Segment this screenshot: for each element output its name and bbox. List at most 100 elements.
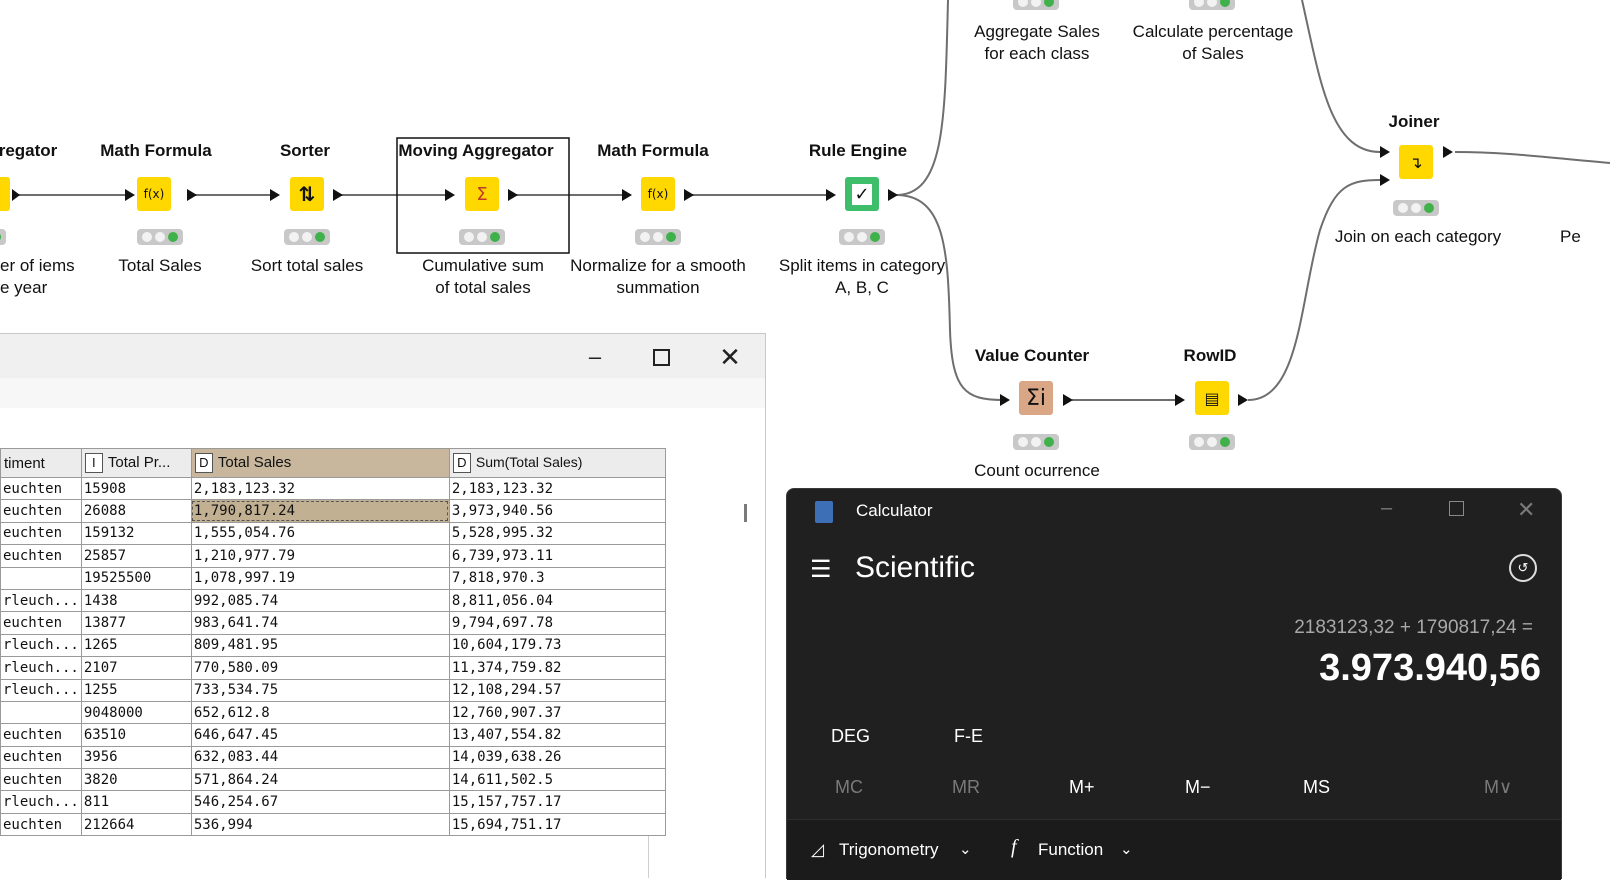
hamburger-menu-icon[interactable]: ☰ <box>810 555 832 584</box>
table-cell[interactable]: 9048000 <box>80 700 192 725</box>
table-cell[interactable]: euchten <box>0 499 82 523</box>
table-cell[interactable]: 646,647.45 <box>190 723 450 747</box>
memory-list-button[interactable]: M∨ <box>1484 777 1512 798</box>
table-cell[interactable]: euchten <box>0 544 82 568</box>
math-formula-node-1[interactable]: f(x) <box>137 177 171 211</box>
table-cell[interactable]: 159132 <box>80 521 192 546</box>
table-row[interactable]: rleuch... 811 546,254.67 15,157,757.17 <box>0 790 666 814</box>
table-row[interactable]: euchten 3956 632,083.44 14,039,638.26 <box>0 745 666 770</box>
column-header[interactable]: I Total Pr... <box>80 448 192 478</box>
ms-button[interactable]: MS <box>1303 777 1330 798</box>
table-cell[interactable]: rleuch... <box>0 588 82 613</box>
table-row[interactable]: euchten 63510 646,647.45 13,407,554.82 <box>0 723 666 747</box>
table-cell[interactable]: 1265 <box>80 633 192 658</box>
close-button[interactable]: ✕ <box>713 342 747 372</box>
mc-button[interactable]: MC <box>835 777 863 798</box>
function-dropdown[interactable]: Function <box>1038 840 1103 860</box>
rule-engine-node[interactable]: ✓ <box>845 177 879 211</box>
table-row[interactable]: rleuch... 1265 809,481.95 10,604,179.73 <box>0 633 666 658</box>
table-cell[interactable]: 212664 <box>80 812 192 837</box>
table-cell[interactable]: 12,108,294.57 <box>448 678 666 702</box>
table-cell[interactable]: 15908 <box>80 476 192 501</box>
table-cell[interactable]: 6,739,973.11 <box>448 544 666 568</box>
table-cell[interactable]: euchten <box>0 768 82 792</box>
table-cell[interactable]: 632,083.44 <box>190 745 450 770</box>
table-cell[interactable]: 1255 <box>80 678 192 702</box>
table-cell[interactable]: 14,611,502.5 <box>448 768 666 792</box>
table-cell[interactable]: 5,528,995.32 <box>448 521 666 546</box>
moving-aggregator-node[interactable]: Σ <box>465 177 499 211</box>
table-row[interactable]: euchten 3820 571,864.24 14,611,502.5 <box>0 768 666 792</box>
trigonometry-dropdown[interactable]: Trigonometry <box>839 840 939 860</box>
maximize-button[interactable] <box>644 342 678 372</box>
value-counter-node[interactable]: Σi <box>1019 381 1053 415</box>
table-cell[interactable]: 2,183,123.32 <box>190 476 450 501</box>
table-cell[interactable]: 13877 <box>80 611 192 635</box>
table-cell[interactable]: 19525500 <box>80 566 192 590</box>
table-cell[interactable]: 809,481.95 <box>190 633 450 658</box>
table-row[interactable]: euchten 212664 536,994 15,694,751.17 <box>0 812 666 837</box>
table-cell[interactable]: 8,811,056.04 <box>448 588 666 613</box>
joiner-node[interactable]: ↴ <box>1399 145 1433 179</box>
table-cell[interactable]: 811 <box>80 790 192 814</box>
table-cell[interactable]: 26088 <box>80 499 192 523</box>
table-cell[interactable]: 733,534.75 <box>190 678 450 702</box>
table-cell[interactable]: 25857 <box>80 544 192 568</box>
table-row[interactable]: 9048000 652,612.8 12,760,907.37 <box>0 700 666 725</box>
table-cell[interactable] <box>0 700 82 725</box>
close-button[interactable]: ✕ <box>1517 497 1535 523</box>
table-cell[interactable]: 11,374,759.82 <box>448 656 666 680</box>
table-cell[interactable]: rleuch... <box>0 656 82 680</box>
m-plus-button[interactable]: M+ <box>1069 777 1095 798</box>
table-cell[interactable]: 1,078,997.19 <box>190 566 450 590</box>
table-row[interactable]: rleuch... 2107 770,580.09 11,374,759.82 <box>0 656 666 680</box>
table-cell[interactable]: 13,407,554.82 <box>448 723 666 747</box>
table-cell[interactable]: 983,641.74 <box>190 611 450 635</box>
table-cell[interactable]: 1,790,817.24 <box>190 499 450 523</box>
table-cell[interactable]: 63510 <box>80 723 192 747</box>
table-cell[interactable]: 770,580.09 <box>190 656 450 680</box>
table-cell[interactable]: 1,555,054.76 <box>190 521 450 546</box>
mr-button[interactable]: MR <box>952 777 980 798</box>
table-cell[interactable]: 12,760,907.37 <box>448 700 666 725</box>
table-row[interactable]: rleuch... 1438 992,085.74 8,811,056.04 <box>0 588 666 613</box>
table-cell[interactable]: rleuch... <box>0 633 82 658</box>
table-row[interactable]: euchten 159132 1,555,054.76 5,528,995.32 <box>0 521 666 546</box>
table-cell[interactable]: 992,085.74 <box>190 588 450 613</box>
table-cell[interactable]: 3956 <box>80 745 192 770</box>
aggregator-node[interactable] <box>0 177 10 211</box>
table-cell[interactable]: euchten <box>0 745 82 770</box>
table-cell[interactable]: 15,157,757.17 <box>448 790 666 814</box>
table-cell[interactable]: euchten <box>0 521 82 546</box>
table-cell[interactable]: 2,183,123.32 <box>448 476 666 501</box>
table-cell[interactable]: 536,994 <box>190 812 450 837</box>
table-cell[interactable]: euchten <box>0 812 82 837</box>
table-row[interactable]: euchten 15908 2,183,123.32 2,183,123.32 <box>0 476 666 501</box>
minimize-button[interactable]: – <box>578 342 612 372</box>
table-cell[interactable]: 1438 <box>80 588 192 613</box>
table-cell[interactable]: rleuch... <box>0 790 82 814</box>
table-row[interactable]: 19525500 1,078,997.19 7,818,970.3 <box>0 566 666 590</box>
table-row[interactable]: euchten 13877 983,641.74 9,794,697.78 <box>0 611 666 635</box>
table-cell[interactable]: 9,794,697.78 <box>448 611 666 635</box>
table-cell[interactable]: 571,864.24 <box>190 768 450 792</box>
column-header[interactable]: timent <box>0 448 82 478</box>
history-icon[interactable]: ↺ <box>1509 554 1537 582</box>
table-row[interactable]: rleuch... 1255 733,534.75 12,108,294.57 <box>0 678 666 702</box>
column-header[interactable]: D Total Sales <box>190 448 450 478</box>
fe-button[interactable]: F-E <box>954 726 983 747</box>
table-row[interactable]: euchten 25857 1,210,977.79 6,739,973.11 <box>0 544 666 568</box>
table-cell[interactable]: 3,973,940.56 <box>448 499 666 523</box>
table-cell[interactable]: 14,039,638.26 <box>448 745 666 770</box>
table-cell[interactable]: 2107 <box>80 656 192 680</box>
table-cell[interactable]: 652,612.8 <box>190 700 450 725</box>
table-cell[interactable] <box>0 566 82 590</box>
table-cell[interactable]: euchten <box>0 611 82 635</box>
angle-unit-button[interactable]: DEG <box>831 726 870 747</box>
table-cell[interactable]: euchten <box>0 723 82 747</box>
table-cell[interactable]: 7,818,970.3 <box>448 566 666 590</box>
table-cell[interactable]: rleuch... <box>0 678 82 702</box>
vertical-scrollbar[interactable] <box>744 504 747 522</box>
table-row[interactable]: euchten 26088 1,790,817.24 3,973,940.56 <box>0 499 666 523</box>
table-cell[interactable]: 3820 <box>80 768 192 792</box>
